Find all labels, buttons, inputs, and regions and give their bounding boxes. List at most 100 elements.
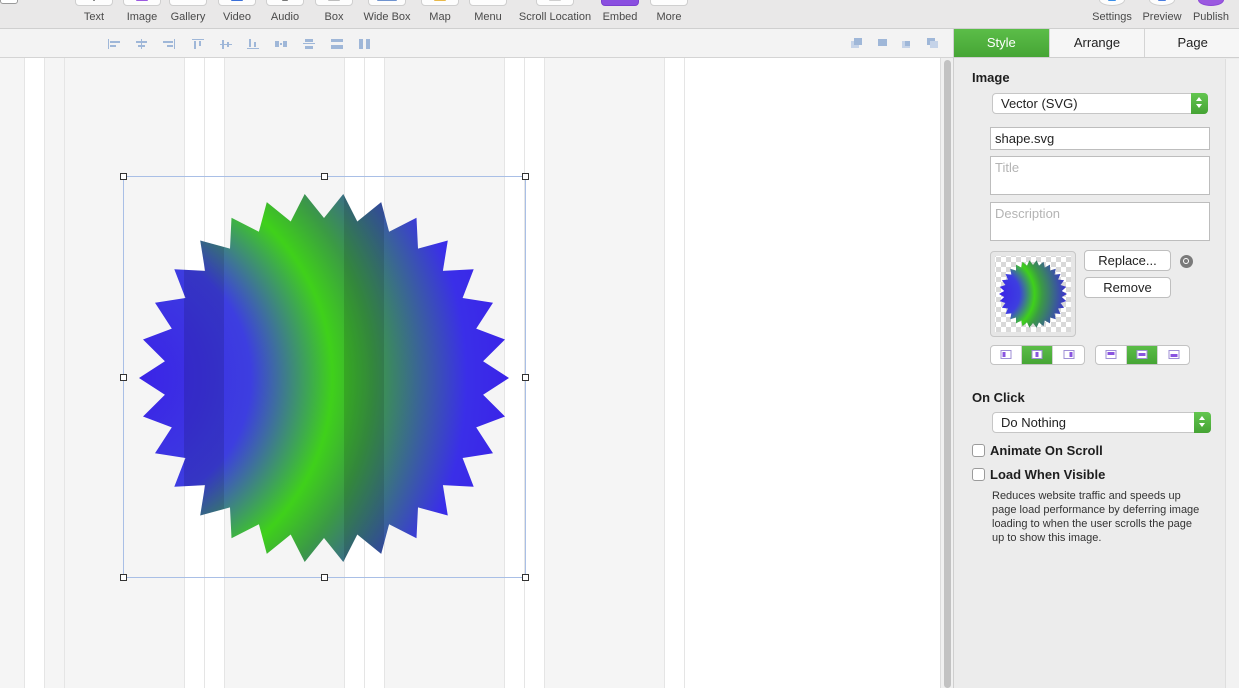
text-icon	[75, 0, 113, 6]
window-control[interactable]	[0, 0, 18, 4]
bring-forward-icon[interactable]	[902, 38, 913, 48]
tab-arrange[interactable]: Arrange	[1049, 29, 1146, 57]
align-right-icon[interactable]	[162, 39, 176, 49]
app-window: Text Image Gallery Video Audio Box Wide …	[0, 0, 1239, 688]
image-type-select[interactable]: Vector (SVG)	[992, 93, 1208, 114]
grid-column	[544, 58, 664, 688]
image-type-value: Vector (SVG)	[1001, 96, 1078, 111]
preview-icon	[1149, 0, 1175, 6]
main-toolbar: Text Image Gallery Video Audio Box Wide …	[0, 0, 1239, 29]
embed-icon	[601, 0, 639, 6]
canvas-scrollbar-thumb[interactable]	[944, 60, 951, 688]
image-title-field[interactable]: Title	[990, 156, 1210, 195]
load-when-visible-description: Reduces website traffic and speeds up pa…	[992, 490, 1200, 544]
gallery-icon	[169, 0, 207, 6]
tab-page[interactable]: Page	[1145, 29, 1239, 57]
filename-field[interactable]: shape.svg	[990, 127, 1210, 150]
wide-box-icon	[368, 0, 406, 6]
resize-handle-top-left[interactable]	[120, 173, 127, 180]
inspector-tabs: Style Arrange Page	[954, 29, 1239, 58]
animate-on-scroll-checkbox[interactable]	[972, 444, 985, 457]
fit-center-button[interactable]	[1022, 346, 1053, 364]
fit-left-button[interactable]	[991, 346, 1022, 364]
resize-handle-right[interactable]	[522, 374, 529, 381]
more-icon	[650, 0, 688, 6]
on-click-section-title: On Click	[972, 390, 1025, 405]
remove-button[interactable]: Remove	[1084, 277, 1171, 298]
toolbar-video-button[interactable]: Video	[217, 0, 257, 29]
resize-handle-bottom-left[interactable]	[120, 574, 127, 581]
toolbar-publish-button[interactable]: Publish	[1189, 0, 1233, 29]
magnifier-icon[interactable]	[1180, 255, 1193, 268]
resize-handle-bottom[interactable]	[321, 574, 328, 581]
animate-on-scroll-label: Animate On Scroll	[990, 443, 1103, 458]
vertical-fit-segmented	[1095, 345, 1190, 365]
distribute-horizontal-icon[interactable]	[275, 39, 289, 49]
align-top-icon[interactable]	[192, 39, 206, 49]
on-click-action-value: Do Nothing	[1001, 415, 1067, 430]
margin-band	[0, 58, 24, 688]
audio-icon	[266, 0, 304, 6]
send-to-back-icon[interactable]	[851, 38, 862, 48]
toolbar-scroll-location-button[interactable]: Scroll Location	[515, 0, 595, 29]
align-left-icon[interactable]	[108, 39, 122, 49]
page-canvas[interactable]	[0, 58, 940, 688]
fit-bottom-icon	[1168, 350, 1179, 359]
resize-handle-top[interactable]	[321, 173, 328, 180]
box-icon	[315, 0, 353, 6]
inspector-scrollbar[interactable]	[1225, 59, 1239, 688]
image-thumbnail[interactable]	[990, 251, 1076, 337]
toolbar-more-button[interactable]: More	[649, 0, 689, 29]
load-when-visible-checkbox[interactable]	[972, 468, 985, 481]
align-center-icon[interactable]	[135, 39, 149, 49]
send-backward-icon[interactable]	[877, 38, 888, 48]
fit-middle-button[interactable]	[1127, 346, 1158, 364]
fit-bottom-button[interactable]	[1158, 346, 1189, 364]
fit-top-icon	[1105, 350, 1117, 359]
toolbar-map-button[interactable]: Map	[420, 0, 460, 29]
replace-button[interactable]: Replace...	[1084, 250, 1171, 271]
distribute-vertical-icon[interactable]	[303, 39, 317, 49]
toolbar-wide-box-button[interactable]: Wide Box	[360, 0, 414, 29]
load-when-visible-label: Load When Visible	[990, 467, 1106, 482]
settings-icon	[1099, 0, 1125, 6]
toolbar-text-button[interactable]: Text	[74, 0, 114, 29]
map-icon	[421, 0, 459, 6]
alignment-toolbar	[0, 29, 953, 58]
toolbar-preview-button[interactable]: Preview	[1140, 0, 1184, 29]
toolbar-settings-button[interactable]: Settings	[1088, 0, 1136, 29]
horizontal-fit-segmented	[990, 345, 1085, 365]
resize-handle-top-right[interactable]	[522, 173, 529, 180]
bring-to-front-icon[interactable]	[927, 38, 938, 48]
on-click-action-select[interactable]: Do Nothing	[992, 412, 1211, 433]
chevron-updown-icon	[1194, 412, 1211, 433]
same-width-icon[interactable]	[331, 39, 345, 49]
tab-style[interactable]: Style	[954, 29, 1050, 57]
image-description-field[interactable]: Description	[990, 202, 1210, 241]
toolbar-menu-button[interactable]: Menu	[468, 0, 508, 29]
align-bottom-icon[interactable]	[247, 39, 261, 49]
toolbar-embed-button[interactable]: Embed	[600, 0, 640, 29]
resize-handle-bottom-right[interactable]	[522, 574, 529, 581]
same-height-icon[interactable]	[359, 39, 373, 49]
fit-right-icon	[1063, 350, 1074, 359]
fit-left-icon	[1000, 350, 1012, 359]
selection-frame[interactable]	[123, 176, 526, 578]
toolbar-audio-button[interactable]: Audio	[265, 0, 305, 29]
toolbar-gallery-button[interactable]: Gallery	[166, 0, 210, 29]
resize-handle-left[interactable]	[120, 374, 127, 381]
image-section-title: Image	[972, 70, 1010, 85]
fit-middle-icon	[1136, 350, 1148, 359]
fit-top-button[interactable]	[1096, 346, 1127, 364]
image-icon	[123, 0, 161, 6]
toolbar-box-button[interactable]: Box	[314, 0, 354, 29]
publish-icon	[1198, 0, 1224, 6]
video-icon	[218, 0, 256, 6]
toolbar-image-button[interactable]: Image	[121, 0, 163, 29]
thumbnail-preview	[995, 256, 1071, 332]
canvas-scrollbar[interactable]	[940, 58, 953, 688]
chevron-updown-icon	[1191, 93, 1208, 114]
fit-right-button[interactable]	[1053, 346, 1084, 364]
grid-band	[44, 58, 64, 688]
align-middle-icon[interactable]	[220, 39, 234, 49]
